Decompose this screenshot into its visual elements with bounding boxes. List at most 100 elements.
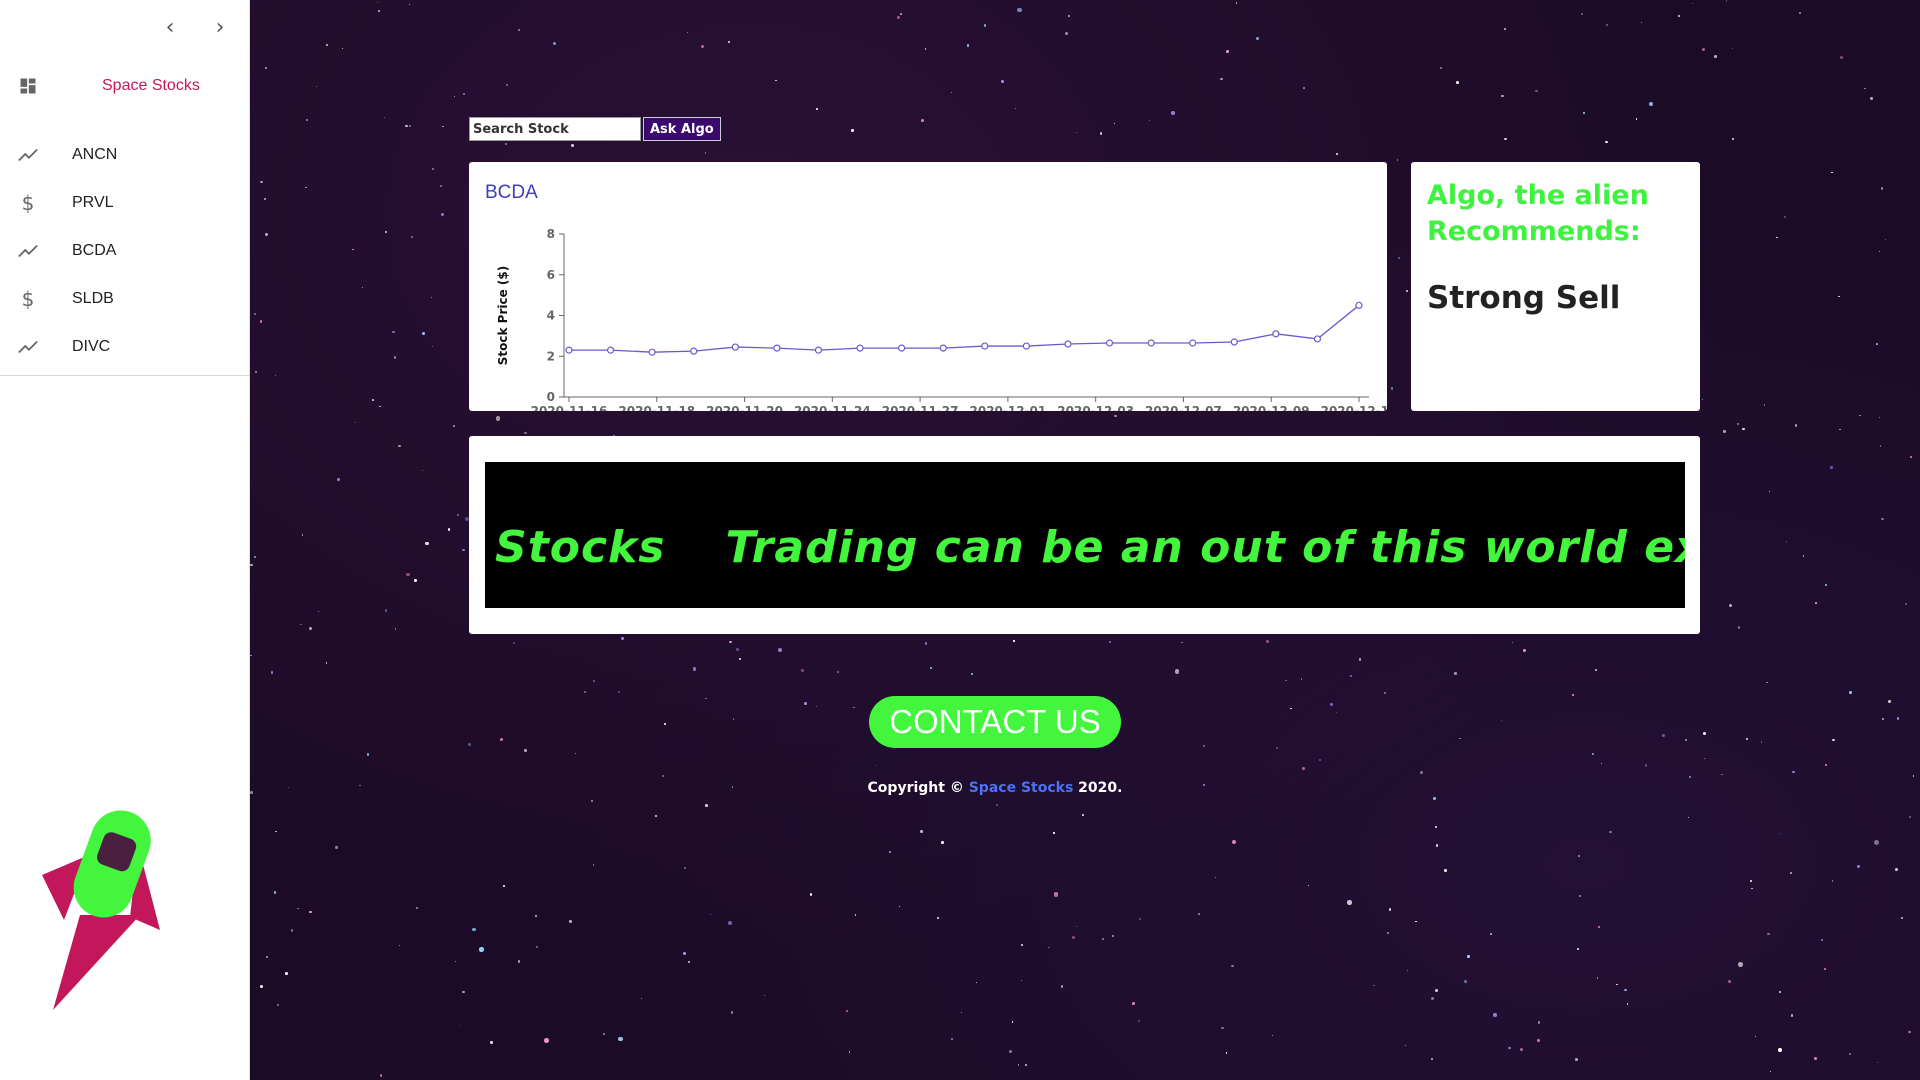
star [1454, 672, 1457, 675]
sidebar-item-bcda[interactable]: BCDA [0, 227, 250, 275]
star [924, 642, 928, 645]
price-point [1189, 339, 1197, 347]
star [1600, 762, 1602, 764]
star [524, 749, 527, 752]
recommendation-title: Algo, the alien Recommends: [1427, 180, 1649, 247]
star [1000, 79, 1005, 84]
star [920, 829, 923, 833]
chevron-right-icon[interactable]: › [210, 17, 230, 39]
star [1536, 1038, 1540, 1042]
star [1905, 603, 1908, 605]
star [1824, 763, 1828, 766]
star [1024, 1063, 1027, 1066]
dashboard-icon[interactable] [18, 76, 38, 96]
star [1335, 712, 1337, 714]
sidebar-nav-arrows: ‹ › [160, 17, 230, 39]
sidebar-item-ancn[interactable]: ANCN [0, 131, 250, 179]
star [1754, 1035, 1757, 1038]
star [736, 648, 739, 651]
star [1174, 669, 1180, 674]
star [503, 885, 505, 887]
star [1053, 832, 1055, 834]
sidebar-brand-title[interactable]: Space Stocks [102, 77, 200, 95]
sidebar-item-label: DIVC [72, 338, 111, 355]
sidebar-item-sldb[interactable]: $ SLDB [0, 275, 250, 323]
star [325, 44, 328, 47]
star [1053, 892, 1059, 897]
star [1508, 1046, 1511, 1049]
star [479, 947, 484, 952]
star [1702, 732, 1706, 736]
star [297, 907, 299, 910]
star [1829, 466, 1833, 470]
sidebar-item-prvl[interactable]: $ PRVL [0, 179, 250, 227]
star [1870, 96, 1873, 100]
star [1785, 540, 1787, 543]
star [309, 626, 313, 630]
star [1500, 719, 1502, 721]
stock-menu: ANCN $ PRVL BCDA $ SLDB DIVC [0, 131, 250, 376]
star [1578, 895, 1581, 898]
star [1432, 797, 1436, 800]
star [1648, 102, 1654, 107]
star [301, 533, 304, 536]
footer-prefix: Copyright © [867, 780, 964, 796]
star [1455, 80, 1459, 84]
price-point [939, 344, 947, 352]
star [392, 330, 395, 334]
footer-suffix: 2020. [1078, 780, 1123, 796]
star [729, 640, 732, 643]
star [1609, 830, 1612, 834]
star [704, 152, 707, 154]
sidebar: ‹ › Space Stocks ANCN $ PRVL BCDA $ SLDB DIVC [0, 0, 250, 1080]
star [950, 1037, 953, 1040]
star [1685, 738, 1688, 742]
star [738, 658, 741, 660]
star [763, 994, 766, 996]
y-tick-label: 8 [547, 227, 555, 241]
price-point [648, 348, 656, 356]
marquee-part-1: Stocks [495, 522, 666, 573]
star [1662, 734, 1666, 738]
star [1745, 738, 1748, 741]
star [421, 469, 424, 472]
star [1598, 925, 1601, 928]
x-tick-label: 2020-11-16 [531, 404, 608, 411]
star [1203, 745, 1205, 747]
star [285, 972, 288, 975]
star [1535, 89, 1538, 93]
star [1794, 424, 1798, 427]
ask-algo-button[interactable]: Ask Algo [643, 117, 721, 141]
star [1571, 693, 1574, 696]
star [1857, 865, 1860, 868]
search-input[interactable] [469, 117, 641, 141]
star [1406, 289, 1409, 292]
star [454, 96, 456, 98]
star [517, 28, 520, 31]
star [682, 951, 687, 956]
star [1272, 1034, 1274, 1037]
star [270, 671, 274, 674]
star [1880, 187, 1884, 190]
star [1137, 1019, 1141, 1023]
star [1522, 649, 1526, 653]
star [815, 706, 817, 708]
footer-brand-link[interactable]: Space Stocks [969, 780, 1074, 796]
chevron-left-icon[interactable]: ‹ [160, 17, 180, 39]
star [1864, 87, 1866, 90]
star [1823, 968, 1826, 970]
star [730, 1011, 733, 1014]
star [1704, 757, 1706, 760]
star [1015, 108, 1017, 110]
contact-us-button[interactable]: CONTACT US [869, 696, 1121, 748]
star [692, 667, 697, 671]
star [930, 666, 933, 669]
star [971, 672, 974, 675]
trending-up-icon [16, 143, 40, 167]
sidebar-item-divc[interactable]: DIVC [0, 323, 250, 371]
star [1792, 770, 1796, 774]
star [1900, 916, 1904, 920]
star [1732, 48, 1734, 50]
star [568, 920, 572, 923]
star [584, 691, 586, 693]
